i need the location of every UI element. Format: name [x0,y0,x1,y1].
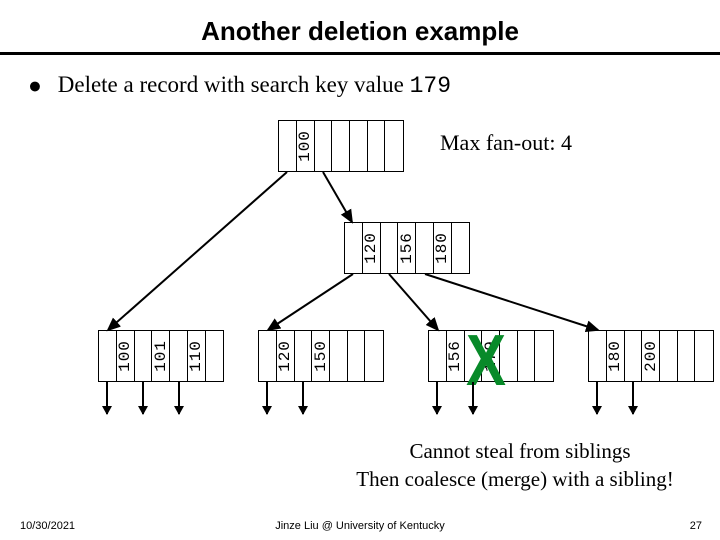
data-pointer-arrow [178,382,180,414]
key-cell [518,331,536,381]
key-cell: 120 [363,223,381,273]
pointer-cell [416,223,434,273]
leaf-node: 180 200 [588,330,714,382]
pointer-cell [330,331,348,381]
key-cell: 150 [312,331,330,381]
key-cell [348,331,366,381]
data-pointer-arrow [472,382,474,414]
data-pointer-arrow [142,382,144,414]
page-title: Another deletion example [0,16,720,47]
key-cell [332,121,350,171]
pointer-cell [135,331,153,381]
pointer-cell [625,331,643,381]
pointer-cell [315,121,333,171]
data-pointer-arrow [266,382,268,414]
key-cell: 100 [297,121,315,171]
pointer-cell [259,331,277,381]
root-node: 100 [278,120,404,172]
annotation-line2: Then coalesce (merge) with a sibling! [300,466,720,492]
pointer-cell [345,223,363,273]
data-pointer-arrow [436,382,438,414]
key-cell: 100 [117,331,135,381]
pointer-cell [170,331,188,381]
annotation-line1: Cannot steal from siblings [320,438,720,464]
pointer-cell [385,121,403,171]
bullet-text: Delete a record with search key value [58,72,410,97]
pointer-cell [660,331,678,381]
bullet-icon: ● [28,72,52,99]
pointer-cell [350,121,368,171]
key-cell: 156 [447,331,465,381]
key-cell: 101 [152,331,170,381]
internal-node: 120 156 180 [344,222,470,274]
key-cell: 156 [398,223,416,273]
footer-credit: Jinze Liu @ University of Kentucky [0,520,720,532]
data-pointer-arrow [596,382,598,414]
key-cell [368,121,386,171]
leaf-node: 100 101 110 [98,330,224,382]
pointer-cell [295,331,313,381]
leaf-node: 120 150 [258,330,384,382]
pointer-cell [452,223,469,273]
footer-page: 27 [690,520,702,532]
key-cell [678,331,696,381]
pointer-cell [99,331,117,381]
pointer-cell [429,331,447,381]
data-pointer-arrow [106,382,108,414]
data-pointer-arrow [302,382,304,414]
bullet-key: 179 [410,73,451,99]
pointer-cell [206,331,223,381]
title-divider [0,52,720,55]
key-cell: 120 [277,331,295,381]
key-cell: 110 [188,331,206,381]
pointer-cell [365,331,383,381]
pointer-cell [535,331,553,381]
pointer-cell [589,331,607,381]
pointer-cell [279,121,297,171]
key-cell: 180 [607,331,625,381]
pointer-cell [695,331,713,381]
key-cell: 180 [434,223,452,273]
data-pointer-arrow [632,382,634,414]
key-cell: 200 [642,331,660,381]
pointer-cell [381,223,399,273]
bullet-row: ● Delete a record with search key value … [28,72,688,99]
fanout-label: Max fan-out: 4 [440,130,572,156]
